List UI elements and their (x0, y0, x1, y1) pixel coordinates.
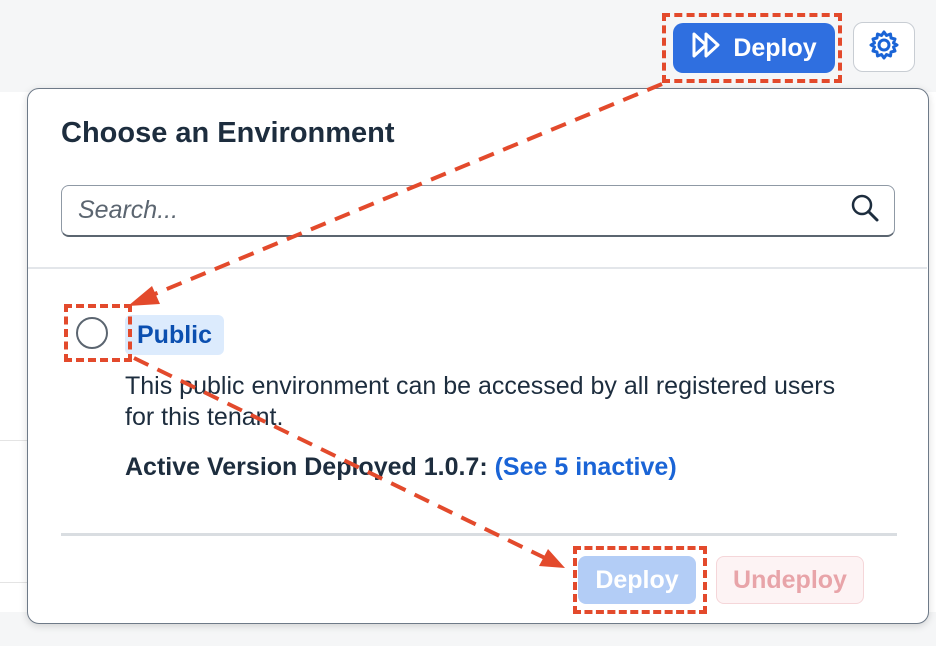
annotation-box (64, 304, 132, 362)
divider (28, 267, 927, 269)
environment-popover: Choose an Environment Public This public… (27, 88, 929, 624)
divider (61, 533, 897, 536)
divider (0, 440, 30, 441)
environment-description: This public environment can be accessed … (125, 372, 836, 431)
divider (0, 582, 30, 583)
search-field[interactable] (61, 185, 895, 237)
active-version: Active Version Deployed 1.0.7: (See 5 in… (125, 453, 677, 482)
annotation-box (662, 13, 842, 83)
see-inactive-link[interactable]: (See 5 inactive) (495, 453, 677, 481)
annotation-box (573, 546, 707, 614)
gear-icon (868, 29, 900, 66)
settings-button[interactable] (853, 22, 915, 72)
popover-title: Choose an Environment (61, 117, 395, 149)
undeploy-button[interactable]: Undeploy (716, 556, 864, 604)
active-version-label: Active Version Deployed 1.0.7: (125, 453, 488, 481)
environment-tag: Public (125, 315, 225, 355)
search-icon[interactable] (850, 193, 880, 228)
search-input[interactable] (76, 195, 850, 226)
